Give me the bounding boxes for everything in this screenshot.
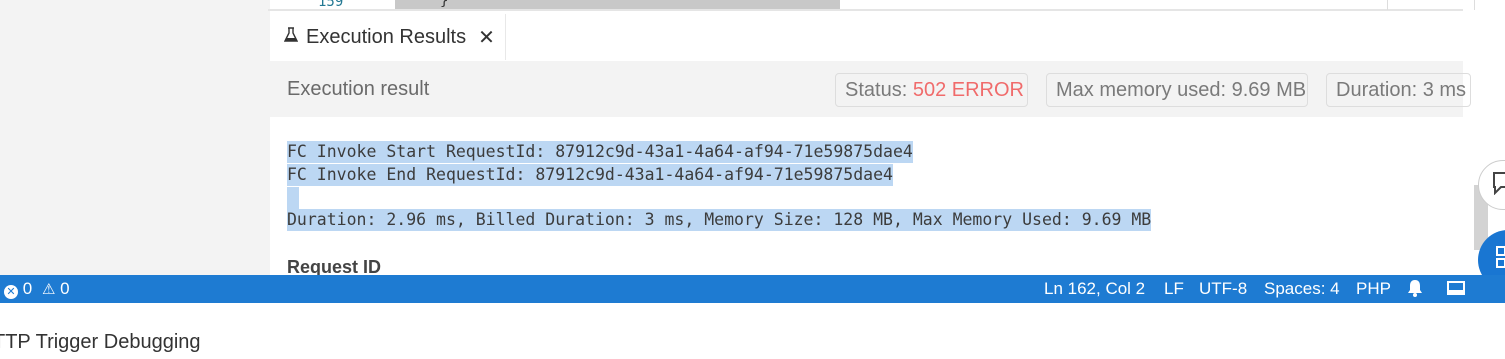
editor-code-fragment: } <box>440 0 449 9</box>
panel-tab-bar <box>505 14 1463 60</box>
status-value: 502 ERROR <box>912 78 1024 101</box>
page-title: TTP Trigger Debugging <box>0 331 201 353</box>
status-bar: ✕ 0 ⚠ 0 Ln 162, Col 2 LF UTF-8 Spaces: 4… <box>0 275 1505 303</box>
max-memory-badge: Max memory used: 9.69 MB <box>1046 73 1308 107</box>
warning-icon: ⚠ <box>41 281 56 298</box>
status-label: Status: <box>845 78 908 101</box>
error-count: 0 <box>22 279 33 298</box>
problems-indicator[interactable]: ✕ 0 ⚠ 0 <box>4 279 70 299</box>
execution-log[interactable]: FC Invoke Start RequestId: 87912c9d-43a1… <box>270 117 1475 275</box>
tab-title: Execution Results <box>306 25 467 48</box>
line-ending[interactable]: LF <box>1164 279 1184 299</box>
log-blank-line <box>287 187 299 209</box>
status-badge: Status: 502 ERROR <box>835 73 1028 107</box>
flask-icon <box>283 26 302 48</box>
feedback-icon <box>1491 171 1505 201</box>
editor-horizontal-scrollbar[interactable] <box>395 0 840 9</box>
execution-result-header: Execution result Status: 502 ERROR Max m… <box>270 61 1471 117</box>
request-id-heading: Request ID <box>287 257 382 275</box>
file-encoding[interactable]: UTF-8 <box>1199 279 1247 299</box>
indentation[interactable]: Spaces: 4 <box>1264 279 1340 299</box>
log-line: FC Invoke Start RequestId: 87912c9d-43a1… <box>287 141 913 163</box>
panel-layout-icon[interactable] <box>1447 281 1465 295</box>
duration-badge: Duration: 3 ms <box>1326 73 1471 107</box>
execution-result-label: Execution result <box>287 78 430 100</box>
grid-icon <box>1496 246 1505 274</box>
divider <box>1474 0 1475 10</box>
log-line: FC Invoke End RequestId: 87912c9d-43a1-4… <box>287 164 893 186</box>
close-icon[interactable]: ✕ <box>478 25 495 50</box>
cursor-position[interactable]: Ln 162, Col 2 <box>1044 279 1145 299</box>
divider <box>1387 0 1388 10</box>
activity-bar <box>0 0 55 275</box>
panel-divider[interactable] <box>268 9 1463 11</box>
bell-icon[interactable] <box>1407 279 1423 302</box>
log-line: Duration: 2.96 ms, Billed Duration: 3 ms… <box>287 209 1152 231</box>
language-mode[interactable]: PHP <box>1356 279 1391 299</box>
error-icon: ✕ <box>4 285 18 299</box>
warning-count: 0 <box>60 279 70 298</box>
sidebar-background <box>55 0 270 275</box>
tab-execution-results[interactable]: Execution Results ✕ <box>270 14 506 60</box>
